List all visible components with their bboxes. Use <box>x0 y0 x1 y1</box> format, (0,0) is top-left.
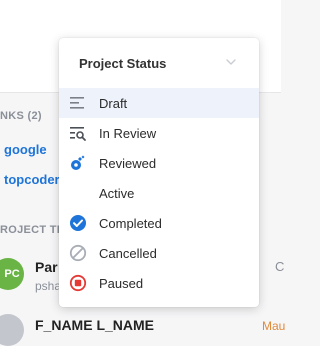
team-member-name[interactable]: Par <box>35 259 58 275</box>
paused-circle-icon <box>69 274 87 292</box>
cancelled-circle-icon <box>69 244 87 262</box>
status-option-label: Cancelled <box>99 246 157 261</box>
review-search-icon <box>70 127 86 141</box>
avatar <box>0 314 24 346</box>
check-circle-icon <box>70 215 86 231</box>
project-status-dropdown[interactable]: Project Status Draft In Review Reviewed … <box>59 38 259 307</box>
status-option-draft[interactable]: Draft <box>59 88 259 118</box>
status-option-label: In Review <box>99 126 157 141</box>
status-option-list: Draft In Review Reviewed Active Complete… <box>59 88 259 298</box>
chevron-down-icon[interactable] <box>224 55 238 69</box>
status-option-label: Reviewed <box>99 156 157 171</box>
avatar: PC <box>0 258 24 290</box>
team-member-role-fragment: C <box>275 259 285 274</box>
project-team-heading: ROJECT TE <box>0 224 65 236</box>
dropdown-title: Project Status <box>79 56 167 71</box>
status-option-label: Active <box>99 186 135 201</box>
status-option-active[interactable]: Active <box>59 178 259 208</box>
draft-lines-icon <box>70 97 84 109</box>
status-option-label: Draft <box>99 96 128 111</box>
dropdown-header[interactable]: Project Status <box>59 38 259 88</box>
status-option-paused[interactable]: Paused <box>59 268 259 298</box>
team-member-handle: psha <box>35 279 62 293</box>
status-option-completed[interactable]: Completed <box>59 208 259 238</box>
status-option-in-review[interactable]: In Review <box>59 118 259 148</box>
status-option-cancelled[interactable]: Cancelled <box>59 238 259 268</box>
links-section-heading: NKS (2) <box>0 110 42 122</box>
status-option-label: Completed <box>99 216 162 231</box>
team-member-name[interactable]: F_NAME L_NAME <box>35 317 154 333</box>
status-option-label: Paused <box>99 276 144 291</box>
link-google[interactable]: google <box>4 142 47 157</box>
team-member-role-fragment: Mau <box>262 319 286 333</box>
link-topcoder[interactable]: topcoder <box>4 172 60 187</box>
reviewed-pin-icon <box>71 155 85 170</box>
status-option-reviewed[interactable]: Reviewed <box>59 148 259 178</box>
